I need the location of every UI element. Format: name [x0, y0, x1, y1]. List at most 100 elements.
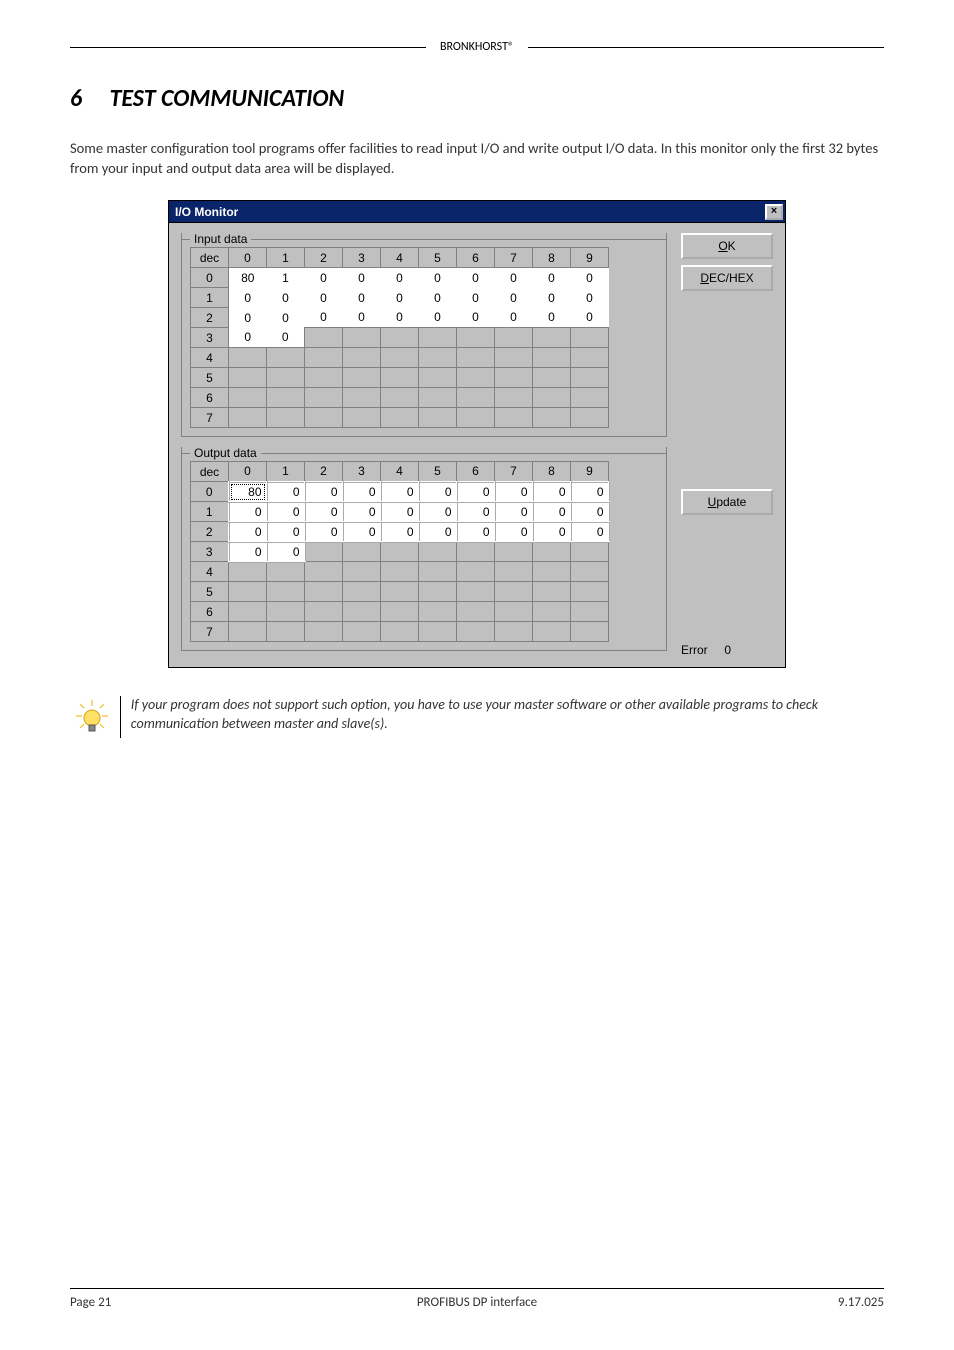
empty-cell	[495, 328, 533, 348]
document-header: BRONKHORST®	[70, 40, 884, 54]
empty-cell	[305, 368, 343, 388]
data-cell[interactable]: 0	[419, 482, 457, 502]
empty-cell	[229, 368, 267, 388]
data-cell[interactable]: 0	[229, 502, 267, 522]
row-header-label: dec	[191, 462, 229, 482]
data-cell[interactable]: 0	[533, 522, 571, 542]
data-cell[interactable]: 0	[571, 482, 609, 502]
data-cell[interactable]: 0	[343, 522, 381, 542]
data-cell: 0	[533, 268, 571, 288]
data-cell: 0	[457, 308, 495, 328]
data-cell[interactable]: 0	[533, 502, 571, 522]
empty-cell	[343, 562, 381, 582]
data-cell: 0	[267, 328, 305, 348]
empty-cell	[419, 388, 457, 408]
data-cell: 0	[343, 288, 381, 308]
empty-cell	[533, 388, 571, 408]
data-cell[interactable]: 0	[267, 542, 305, 562]
lightbulb-icon	[70, 696, 114, 738]
empty-cell	[305, 622, 343, 642]
empty-cell	[571, 622, 609, 642]
data-cell[interactable]: 0	[495, 482, 533, 502]
empty-cell	[457, 622, 495, 642]
data-cell[interactable]: 0	[267, 522, 305, 542]
data-cell: 0	[381, 268, 419, 288]
empty-cell	[305, 562, 343, 582]
empty-cell	[533, 542, 571, 562]
empty-cell	[419, 582, 457, 602]
table-row: 300	[191, 328, 609, 348]
data-cell[interactable]: 0	[229, 542, 267, 562]
data-cell[interactable]: 0	[495, 502, 533, 522]
close-icon[interactable]: ×	[765, 204, 783, 220]
data-cell[interactable]: 0	[457, 482, 495, 502]
empty-cell	[381, 368, 419, 388]
data-cell: 0	[267, 288, 305, 308]
empty-cell	[267, 582, 305, 602]
empty-cell	[457, 408, 495, 428]
empty-cell	[495, 388, 533, 408]
col-header: 9	[571, 462, 609, 482]
empty-cell	[305, 408, 343, 428]
data-cell[interactable]: 0	[533, 482, 571, 502]
col-header: 2	[305, 462, 343, 482]
data-cell[interactable]: 0	[457, 502, 495, 522]
row-header: 7	[191, 408, 229, 428]
empty-cell	[343, 622, 381, 642]
data-cell: 0	[495, 308, 533, 328]
data-cell[interactable]: 0	[381, 482, 419, 502]
empty-cell	[571, 562, 609, 582]
data-cell: 0	[381, 288, 419, 308]
footer-doc: PROFIBUS DP interface	[341, 1295, 612, 1310]
empty-cell	[381, 388, 419, 408]
row-header: 3	[191, 328, 229, 348]
data-cell[interactable]: 0	[305, 502, 343, 522]
row-header-label: dec	[191, 248, 229, 268]
data-cell[interactable]: 0	[229, 522, 267, 542]
table-row: 6	[191, 388, 609, 408]
col-header: 7	[495, 462, 533, 482]
row-header: 4	[191, 348, 229, 368]
data-cell[interactable]: 0	[381, 502, 419, 522]
data-cell: 0	[419, 308, 457, 328]
data-cell: 0	[419, 268, 457, 288]
data-cell[interactable]: 0	[267, 482, 305, 502]
error-status: Error 0	[681, 641, 773, 661]
data-cell: 0	[229, 308, 267, 328]
data-cell[interactable]: 0	[457, 522, 495, 542]
row-header: 6	[191, 388, 229, 408]
data-cell[interactable]: 0	[267, 502, 305, 522]
row-header: 2	[191, 308, 229, 328]
empty-cell	[229, 622, 267, 642]
empty-cell	[267, 388, 305, 408]
col-header: 4	[381, 248, 419, 268]
dec-hex-button[interactable]: DEC/HEX	[681, 265, 773, 291]
data-cell[interactable]: 0	[305, 482, 343, 502]
data-cell[interactable]: 0	[343, 482, 381, 502]
output-data-legend: Output data	[190, 446, 261, 460]
data-cell[interactable]: 0	[495, 522, 533, 542]
update-button[interactable]: Update	[681, 489, 773, 515]
data-cell[interactable]: 0	[419, 502, 457, 522]
table-row: 6	[191, 602, 609, 622]
empty-cell	[267, 408, 305, 428]
table-row: 300	[191, 542, 609, 562]
data-cell: 0	[381, 308, 419, 328]
table-row: 10000000000	[191, 502, 609, 522]
col-header: 3	[343, 462, 381, 482]
empty-cell	[343, 582, 381, 602]
row-header: 2	[191, 522, 229, 542]
data-cell[interactable]: 0	[381, 522, 419, 542]
data-cell[interactable]: 0	[419, 522, 457, 542]
empty-cell	[457, 562, 495, 582]
empty-cell	[229, 388, 267, 408]
data-cell: 0	[305, 268, 343, 288]
data-cell[interactable]: 0	[343, 502, 381, 522]
empty-cell	[381, 582, 419, 602]
data-cell[interactable]: 80	[229, 482, 267, 502]
data-cell[interactable]: 0	[571, 502, 609, 522]
data-cell[interactable]: 0	[305, 522, 343, 542]
ok-button[interactable]: OK	[681, 233, 773, 259]
data-cell[interactable]: 0	[571, 522, 609, 542]
brand-name: BRONKHORST®	[440, 40, 514, 54]
